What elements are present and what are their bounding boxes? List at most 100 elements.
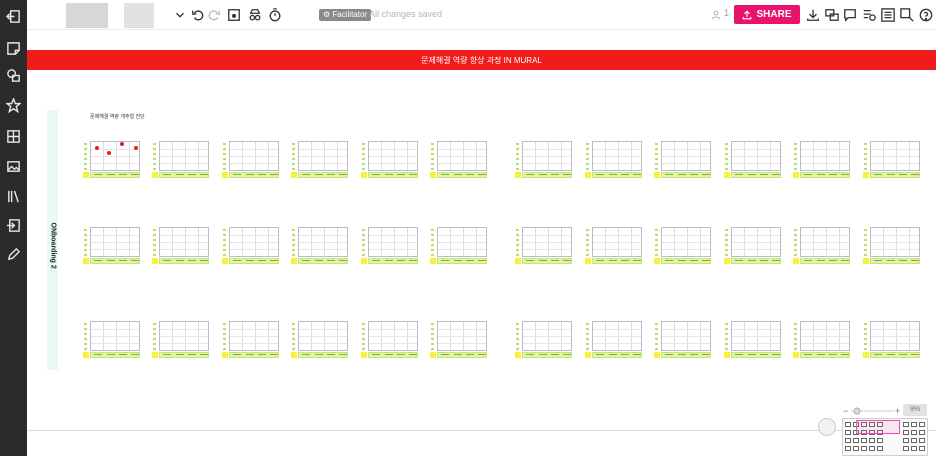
share-button[interactable]: SHARE: [734, 5, 800, 24]
layout-icon[interactable]: [4, 127, 23, 146]
minimap-cell: [919, 422, 925, 427]
red-marker-dot[interactable]: [134, 146, 138, 150]
outline-list-icon[interactable]: [879, 6, 897, 24]
chart-card[interactable]: [152, 321, 210, 358]
card-y-axis: [515, 227, 521, 257]
chart-card[interactable]: [654, 321, 712, 358]
chart-card[interactable]: [291, 227, 349, 264]
chart-card[interactable]: [724, 227, 782, 264]
minimap-cell: [861, 438, 867, 443]
chat-icon[interactable]: [823, 6, 841, 24]
chart-card[interactable]: [83, 321, 141, 358]
card-footer: [368, 258, 418, 264]
chart-card[interactable]: [222, 141, 280, 178]
blurred-title: [124, 3, 154, 28]
outline-icon[interactable]: [225, 6, 243, 24]
chart-card[interactable]: [585, 227, 643, 264]
chart-card[interactable]: [724, 321, 782, 358]
zoom-slider-track[interactable]: − +: [842, 405, 902, 417]
chart-card[interactable]: [430, 141, 488, 178]
activity-icon[interactable]: [860, 6, 878, 24]
chart-card[interactable]: [793, 321, 851, 358]
sticky-note-icon[interactable]: [4, 39, 23, 58]
chart-card[interactable]: [430, 227, 488, 264]
chart-card[interactable]: [863, 227, 921, 264]
minimap-cell: [861, 446, 867, 451]
canvas-banner[interactable]: 문제해결 역량 향상 과정 IN MURAL: [27, 50, 936, 70]
minimap-cell: [877, 438, 883, 443]
chart-card[interactable]: [515, 321, 573, 358]
minimap-toggle-icon[interactable]: [818, 418, 836, 436]
red-marker-dot[interactable]: [107, 151, 111, 155]
import-icon[interactable]: [4, 216, 23, 235]
chart-card[interactable]: [361, 141, 419, 178]
chart-card[interactable]: [152, 141, 210, 178]
chart-card[interactable]: [222, 321, 280, 358]
zoom-level[interactable]: 9%: [903, 404, 927, 416]
help-icon[interactable]: [917, 6, 935, 24]
chart-card[interactable]: [152, 227, 210, 264]
card-footer: [800, 352, 850, 358]
chart-card[interactable]: [863, 321, 921, 358]
comment-icon[interactable]: [841, 6, 859, 24]
chart-card[interactable]: [515, 141, 573, 178]
chart-card[interactable]: [793, 141, 851, 178]
minimap-viewport[interactable]: [856, 420, 900, 434]
card-grid: [368, 141, 418, 171]
chart-card[interactable]: [585, 141, 643, 178]
card-corner-tag: [585, 258, 591, 264]
redo-icon[interactable]: [205, 6, 223, 24]
card-footer: [870, 258, 920, 264]
card-grid: [159, 227, 209, 257]
card-footer: [731, 258, 781, 264]
chart-card[interactable]: [793, 227, 851, 264]
download-icon[interactable]: [804, 6, 822, 24]
card-footer: [368, 352, 418, 358]
red-marker-dot[interactable]: [95, 146, 99, 150]
chart-card[interactable]: [83, 141, 141, 178]
card-y-axis: [152, 141, 158, 171]
chart-card[interactable]: [83, 227, 141, 264]
chart-card[interactable]: [291, 141, 349, 178]
card-corner-tag: [724, 258, 730, 264]
search-icon[interactable]: [898, 6, 916, 24]
private-mode-icon[interactable]: [246, 6, 264, 24]
chart-card[interactable]: [654, 141, 712, 178]
chart-card[interactable]: [515, 227, 573, 264]
exit-icon[interactable]: [4, 7, 23, 26]
pen-icon[interactable]: [4, 245, 23, 264]
star-icon[interactable]: [4, 96, 23, 115]
chart-card[interactable]: [724, 141, 782, 178]
chart-card[interactable]: [430, 321, 488, 358]
card-corner-tag: [83, 172, 89, 178]
card-footer: [437, 258, 487, 264]
library-icon[interactable]: [4, 187, 23, 206]
minimap-cell: [853, 438, 859, 443]
minimap-cell: [845, 438, 851, 443]
image-icon[interactable]: [4, 157, 23, 176]
card-corner-tag: [430, 258, 436, 264]
card-corner-tag: [585, 172, 591, 178]
card-footer: [298, 352, 348, 358]
chart-card[interactable]: [361, 321, 419, 358]
card-grid: [731, 227, 781, 257]
chart-card[interactable]: [654, 227, 712, 264]
chart-card[interactable]: [361, 227, 419, 264]
card-grid: [522, 321, 572, 351]
chart-card[interactable]: [863, 141, 921, 178]
facilitator-badge[interactable]: ⚙ Facilitator: [319, 9, 372, 21]
card-grid: [298, 141, 348, 171]
timer-icon[interactable]: [266, 6, 284, 24]
chart-card[interactable]: [222, 227, 280, 264]
shapes-icon[interactable]: [4, 66, 23, 85]
card-y-axis: [430, 227, 436, 257]
red-marker-dot[interactable]: [120, 142, 124, 146]
chevron-down-icon[interactable]: [171, 6, 189, 24]
user-icon[interactable]: [711, 6, 721, 24]
card-footer: [229, 258, 279, 264]
card-footer: [437, 172, 487, 178]
chart-card[interactable]: [585, 321, 643, 358]
card-y-axis: [222, 321, 228, 351]
chart-card[interactable]: [291, 321, 349, 358]
card-y-axis: [291, 141, 297, 171]
